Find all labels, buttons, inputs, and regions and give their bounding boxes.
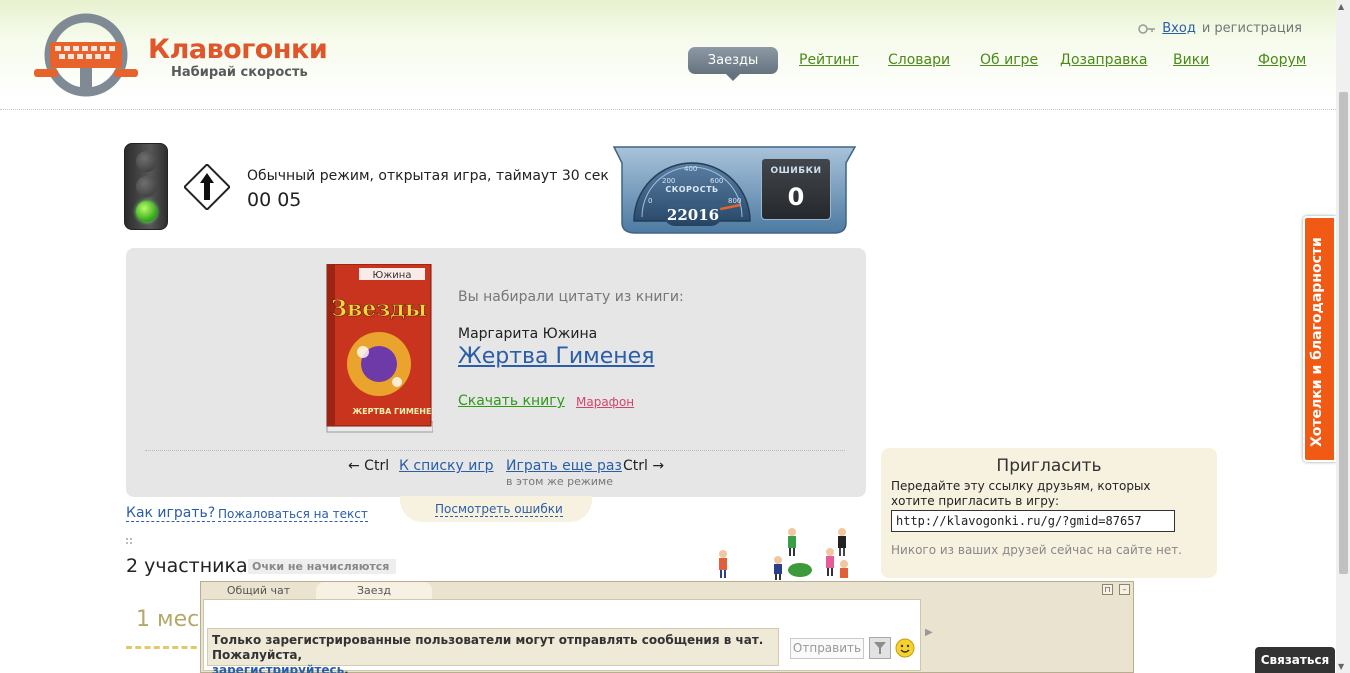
nav-dictionaries[interactable]: Словари <box>888 52 950 68</box>
header-divider <box>0 109 1336 110</box>
errors-label: ОШИБКИ <box>770 166 822 176</box>
site-title[interactable]: Клавогонки <box>148 34 328 65</box>
svg-text:400: 400 <box>684 165 697 173</box>
nav-forum[interactable]: Форум <box>1258 52 1306 68</box>
traffic-lamp-green <box>136 201 157 222</box>
invite-link-input[interactable] <box>891 510 1175 532</box>
chat-filter-button[interactable] <box>869 637 891 659</box>
chat-tab-general[interactable]: Общий чат <box>202 582 315 599</box>
register-text: и регистрация <box>1201 21 1302 36</box>
chat-notice-end: . <box>344 663 349 673</box>
feedback-side-tab-label: Хотелки и благодарности <box>1309 237 1325 447</box>
filter-icon <box>874 642 886 654</box>
chat-send-button[interactable]: Отправить <box>790 638 864 659</box>
key-icon <box>1138 23 1156 34</box>
nav-about[interactable]: Об игре <box>980 52 1038 68</box>
scroll-up-arrow-icon[interactable]: ▲ <box>1338 2 1344 11</box>
contact-button[interactable]: Связаться <box>1255 647 1335 673</box>
race-timer: 00 05 <box>247 189 302 211</box>
same-mode-note: в этом же режиме <box>506 475 613 488</box>
cover-series: Звезды <box>331 296 427 322</box>
traffic-lamp-yellow <box>136 176 157 197</box>
drag-handle-icon[interactable] <box>126 538 136 548</box>
speed-label: СКОРОСТЬ <box>665 185 719 194</box>
smiley-icon[interactable] <box>895 638 915 658</box>
cover-title: ЖЕРТВА ГИМЕНЕЯ <box>352 407 433 416</box>
invite-text: Передайте эту ссылку друзьям, которых хо… <box>891 479 1151 508</box>
ctrl-left-hint: ← Ctrl <box>348 458 390 474</box>
players-figures-image <box>719 528 848 580</box>
chat-minimize-icon[interactable]: – <box>1119 584 1130 595</box>
points-badge: Очки не начисляются <box>248 559 396 574</box>
invite-note: Никого из ваших друзей сейчас на сайте н… <box>891 543 1182 557</box>
register-link[interactable]: зарегистрируйтесь <box>212 663 344 673</box>
nav-refuel[interactable]: Дозаправка <box>1060 52 1147 68</box>
chat-pin-icon[interactable]: ⊓ <box>1102 584 1113 595</box>
login-link[interactable]: Вход <box>1162 21 1196 36</box>
svg-text:0: 0 <box>648 197 652 205</box>
svg-text:600: 600 <box>710 177 723 185</box>
view-errors-link[interactable]: Посмотреть ошибки <box>435 502 563 517</box>
nav-races[interactable]: Заезды <box>688 47 778 81</box>
scroll-down-arrow-icon[interactable]: ▼ <box>1338 662 1344 671</box>
errors-value: 0 <box>787 183 805 211</box>
book-title-link[interactable]: Жертва Гименея <box>458 344 654 369</box>
svg-text:200: 200 <box>662 177 675 185</box>
chat-notice: Только зарегистрированные пользователи м… <box>207 628 779 673</box>
ctrl-right-hint: Ctrl → <box>623 458 665 474</box>
book-divider <box>145 450 845 451</box>
book-cover-image[interactable]: Южина Звезды ЖЕРТВА ГИМЕНЕЯ <box>325 264 433 434</box>
login-area: Вход и регистрация <box>1138 21 1302 36</box>
cover-author: Южина <box>373 270 412 281</box>
invite-title: Пригласить <box>996 456 1102 476</box>
chat-notice-text: Только зарегистрированные пользователи м… <box>212 633 764 662</box>
traffic-light-icon <box>124 143 168 230</box>
chat-tab-race[interactable]: Заезд <box>316 582 432 599</box>
steering-wheel-logo-icon[interactable] <box>30 12 142 98</box>
site-tagline: Набирай скорость <box>171 65 308 80</box>
nav-wiki[interactable]: Вики <box>1173 52 1209 68</box>
nav-rating[interactable]: Рейтинг <box>799 52 859 68</box>
speed-value: 22016 <box>664 204 722 226</box>
chat-users-area <box>932 599 1132 671</box>
complain-text-link[interactable]: Пожаловаться на текст <box>218 507 368 522</box>
download-book-link[interactable]: Скачать книгу <box>458 393 565 409</box>
book-panel <box>126 248 866 497</box>
scrollbar-thumb[interactable] <box>1339 92 1348 574</box>
chat-expand-icon[interactable]: ▶ <box>925 627 933 638</box>
how-to-play-link[interactable]: Как играть? <box>126 505 216 522</box>
svg-text:800: 800 <box>728 197 741 205</box>
race-mode: Обычный режим, открытая игра, таймаут 30… <box>247 168 609 184</box>
book-author: Маргарита Южина <box>458 326 598 342</box>
traffic-lamp-red <box>136 151 157 172</box>
quote-intro: Вы набирали цитату из книги: <box>458 289 684 305</box>
road-sign-arrow-icon <box>184 164 230 210</box>
participants-count: 2 участника <box>126 555 248 577</box>
play-again-link[interactable]: Играть еще раз <box>506 458 622 474</box>
games-list-link[interactable]: К списку игр <box>399 458 494 474</box>
marathon-link[interactable]: Марафон <box>576 395 634 409</box>
place-track-line <box>126 646 206 649</box>
